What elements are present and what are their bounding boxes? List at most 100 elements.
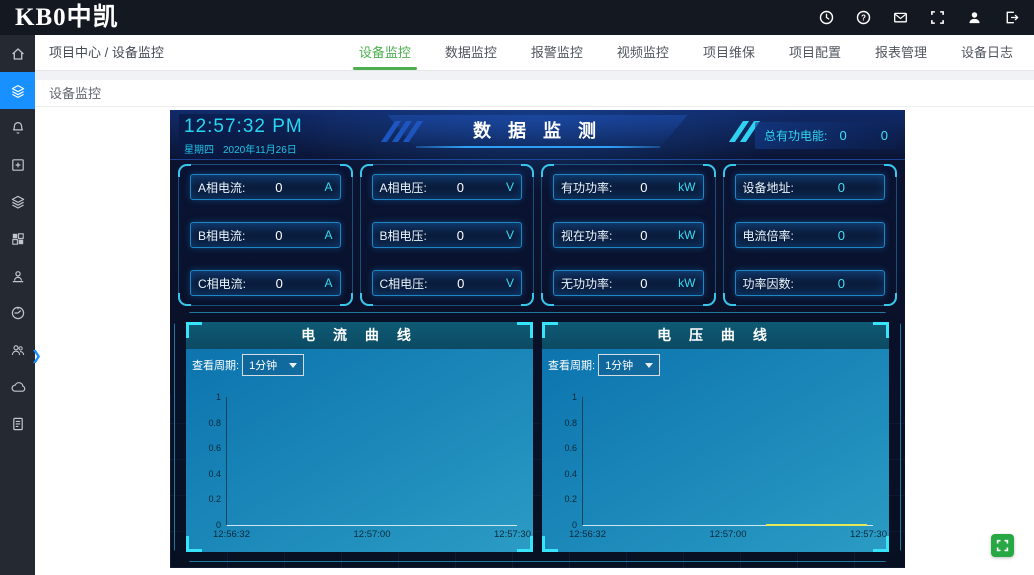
tab-alarm-monitor[interactable]: 报警监控: [514, 35, 600, 70]
header-decor-right: [736, 121, 753, 142]
field-reactive-power: 无功功率: 0 kW: [553, 270, 704, 296]
field-unit: kW: [676, 276, 696, 290]
current-time: 12:57:32 PM: [184, 116, 303, 138]
corner-accent: [340, 293, 353, 306]
dashboard-title: 数 据 监 测: [388, 115, 688, 148]
sidebar-item-cloud[interactable]: [0, 368, 35, 405]
sidebar-item-announce[interactable]: [0, 257, 35, 294]
field-unit: A: [313, 180, 333, 194]
clock-block: 12:57:32 PM 星期四 2020年11月26日: [179, 114, 333, 158]
nav-bar: 项目中心 / 设备监控 设备监控 数据监控 报警监控 视频监控 项目维保 项目配…: [35, 35, 1034, 71]
field-unit: A: [313, 228, 333, 242]
field-unit: V: [494, 228, 514, 242]
field-phase-a-current: A相电流: 0 A: [190, 174, 341, 200]
y-tick-label: 1: [216, 392, 221, 402]
voltage-curve-panel: 电 压 曲 线 查看周期: 1分钟 1 0.8 0.6: [542, 322, 889, 552]
device-info-group: 设备地址: 0 电流倍率: 0 功率因数: 0: [723, 164, 898, 306]
tab-device-log[interactable]: 设备日志: [944, 35, 1030, 70]
app-logo: KB0中凯: [0, 0, 119, 35]
corner-accent: [521, 164, 534, 177]
corner-accent: [723, 164, 736, 177]
gauge-icon: [10, 305, 26, 321]
total-energy-label: 总有功电能:: [764, 127, 827, 144]
weekday-label: 星期四: [184, 141, 214, 156]
y-tick-label: 1: [572, 392, 577, 402]
corner-accent: [178, 164, 191, 177]
corner-accent: [884, 164, 897, 177]
period-row: 查看周期: 1分钟: [192, 354, 304, 376]
expand-button[interactable]: [991, 534, 1014, 557]
date-label: 2020年11月26日: [223, 141, 297, 156]
x-tick-label: 12:56:32: [569, 529, 606, 540]
field-value: 0: [245, 180, 312, 195]
sidebar: [0, 35, 35, 575]
voltage-series-line: [766, 524, 868, 526]
field-power-factor: 功率因数: 0: [735, 270, 886, 296]
title-underline: [416, 146, 660, 148]
field-unit: kW: [676, 228, 696, 242]
field-value: 0: [427, 180, 494, 195]
chart-title: 电 流 曲 线: [186, 322, 533, 349]
y-tick-label: 0.8: [564, 418, 577, 428]
corner-accent: [723, 293, 736, 306]
field-value: 0: [427, 228, 494, 243]
period-label: 查看周期:: [548, 357, 595, 373]
corner-accent: [541, 293, 554, 306]
cloud-icon: [10, 379, 26, 395]
sidebar-item-dashboard[interactable]: [0, 294, 35, 331]
field-unit: A: [313, 276, 333, 290]
dashboard-header: 12:57:32 PM 星期四 2020年11月26日 数 据 监 测 总有功电…: [170, 110, 905, 160]
field-active-power: 有功功率: 0 kW: [553, 174, 704, 200]
user-icon[interactable]: [967, 10, 982, 25]
period-row: 查看周期: 1分钟: [548, 354, 660, 376]
sidebar-item-home[interactable]: [0, 35, 35, 72]
sidebar-item-apps[interactable]: [0, 220, 35, 257]
fullscreen-icon[interactable]: [930, 10, 945, 25]
tab-video-monitor[interactable]: 视频监控: [600, 35, 686, 70]
plot-area: 1 0.8 0.6 0.4 0.2 0 12:56:32 12:57:00 12…: [582, 397, 873, 526]
monitoring-dashboard: 12:57:32 PM 星期四 2020年11月26日 数 据 监 测 总有功电…: [170, 110, 905, 568]
mail-icon[interactable]: [893, 10, 908, 25]
field-phase-b-current: B相电流: 0 A: [190, 222, 341, 248]
corner-accent: [703, 164, 716, 177]
clock-icon[interactable]: [819, 10, 834, 25]
tab-project-maintenance[interactable]: 项目维保: [686, 35, 772, 70]
logout-icon[interactable]: [1004, 10, 1019, 25]
bell-icon: [10, 120, 26, 136]
y-tick-label: 0.6: [208, 443, 221, 453]
period-select[interactable]: 1分钟: [242, 354, 304, 376]
y-tick-label: 0.2: [208, 494, 221, 504]
tab-data-monitor[interactable]: 数据监控: [428, 35, 514, 70]
charts-frame: 电 流 曲 线 查看周期: 1分钟 1 0.8 0.6: [174, 312, 901, 562]
period-select[interactable]: 1分钟: [598, 354, 660, 376]
x-tick-label: 12:57:00: [710, 529, 747, 540]
sidebar-item-layers[interactable]: [0, 183, 35, 220]
corner-accent: [884, 293, 897, 306]
sidebar-item-add-panel[interactable]: [0, 146, 35, 183]
tab-device-monitor[interactable]: 设备监控: [342, 35, 428, 70]
field-phase-c-current: C相电流: 0 A: [190, 270, 341, 296]
svg-text:?: ?: [861, 14, 866, 23]
help-icon[interactable]: ?: [856, 10, 871, 25]
corner-accent: [360, 293, 373, 306]
sidebar-expand-toggle[interactable]: ❯: [31, 348, 42, 364]
corner-accent: [340, 164, 353, 177]
tab-project-config[interactable]: 项目配置: [772, 35, 858, 70]
field-value: 0: [612, 180, 675, 195]
y-tick-label: 0.6: [564, 443, 577, 453]
chevron-down-icon: [645, 363, 653, 368]
current-curve-panel: 电 流 曲 线 查看周期: 1分钟 1 0.8 0.6: [186, 322, 533, 552]
total-energy-block: 总有功电能: 0 0: [755, 122, 897, 149]
speaker-icon: [10, 268, 26, 284]
sidebar-item-log[interactable]: [0, 405, 35, 442]
sidebar-item-alarm[interactable]: [0, 109, 35, 146]
chevron-down-icon: [289, 363, 297, 368]
sidebar-item-monitor[interactable]: [0, 72, 35, 109]
field-unit: V: [494, 180, 514, 194]
sidebar-item-users[interactable]: [0, 331, 35, 368]
field-value: 0: [428, 276, 494, 291]
tab-report-management[interactable]: 报表管理: [858, 35, 944, 70]
monitor-icon: [10, 83, 26, 99]
corner-accent: [541, 164, 554, 177]
field-groups: A相电流: 0 A B相电流: 0 A C相电流: 0 A: [178, 164, 897, 306]
